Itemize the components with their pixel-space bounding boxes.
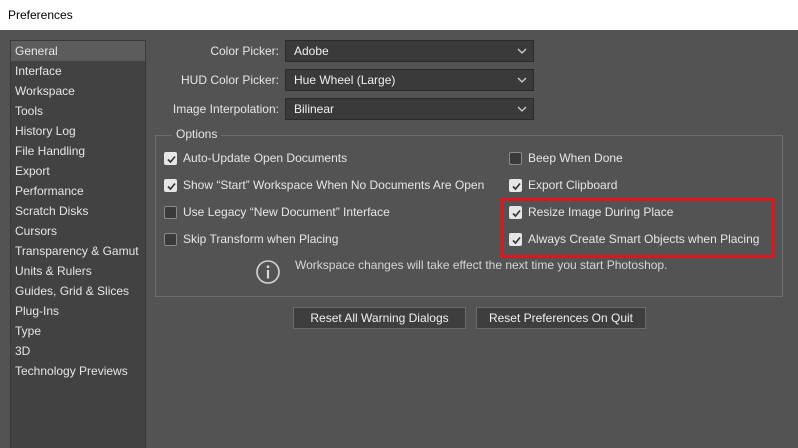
sidebar-item-transparency-gamut[interactable]: Transparency & Gamut — [11, 241, 145, 261]
chevron-down-icon — [517, 48, 527, 54]
sidebar-item-cursors[interactable]: Cursors — [11, 221, 145, 241]
auto-update-open-documents-checkbox[interactable]: Auto-Update Open Documents — [164, 150, 347, 166]
sidebar-item-general[interactable]: General — [11, 41, 145, 61]
sidebar-item-tools[interactable]: Tools — [11, 101, 145, 121]
image-interpolation-select[interactable]: Bilinear — [285, 98, 534, 120]
checkbox-unchecked-icon — [164, 232, 177, 246]
checkbox-checked-icon — [509, 178, 522, 192]
info-icon — [256, 260, 280, 284]
info-message: Workspace changes will take effect the n… — [295, 258, 668, 272]
sidebar-item-export[interactable]: Export — [11, 161, 145, 181]
sidebar-item-guides-grid-slices[interactable]: Guides, Grid & Slices — [11, 281, 145, 301]
hud-color-picker-value: Hue Wheel (Large) — [294, 73, 396, 87]
show-start-workspace-checkbox[interactable]: Show “Start” Workspace When No Documents… — [164, 177, 484, 193]
window-title: Preferences — [0, 0, 798, 30]
hud-color-picker-label: HUD Color Picker: — [180, 73, 279, 87]
checkbox-checked-icon — [164, 178, 177, 192]
color-picker-label: Color Picker: — [210, 44, 279, 58]
checkbox-unchecked-icon — [164, 205, 177, 219]
checkbox-checked-icon — [509, 205, 522, 219]
sidebar-item-interface[interactable]: Interface — [11, 61, 145, 81]
sidebar-item-scratch-disks[interactable]: Scratch Disks — [11, 201, 145, 221]
sidebar-item-type[interactable]: Type — [11, 321, 145, 341]
sidebar-item-performance[interactable]: Performance — [11, 181, 145, 201]
checkbox-label: Export Clipboard — [528, 178, 618, 192]
reset-all-warning-dialogs-button[interactable]: Reset All Warning Dialogs — [293, 307, 466, 329]
checkbox-label: Always Create Smart Objects when Placing — [528, 232, 760, 246]
sidebar-item-plug-ins[interactable]: Plug-Ins — [11, 301, 145, 321]
checkbox-checked-icon — [164, 151, 177, 165]
chevron-down-icon — [517, 106, 527, 112]
export-clipboard-checkbox[interactable]: Export Clipboard — [509, 177, 617, 193]
color-picker-select[interactable]: Adobe — [285, 40, 534, 62]
chevron-down-icon — [517, 77, 527, 83]
always-create-smart-objects-checkbox[interactable]: Always Create Smart Objects when Placing — [509, 231, 759, 247]
checkbox-checked-icon — [509, 232, 522, 246]
checkbox-label: Resize Image During Place — [528, 205, 674, 219]
sidebar-item-3d[interactable]: 3D — [11, 341, 145, 361]
beep-when-done-checkbox[interactable]: Beep When Done — [509, 150, 623, 166]
image-interpolation-value: Bilinear — [294, 102, 335, 116]
checkbox-label: Use Legacy “New Document” Interface — [183, 205, 390, 219]
sidebar-item-units-rulers[interactable]: Units & Rulers — [11, 261, 145, 281]
checkbox-unchecked-icon — [509, 151, 522, 165]
hud-color-picker-select[interactable]: Hue Wheel (Large) — [285, 69, 534, 91]
checkbox-label: Auto-Update Open Documents — [183, 151, 348, 165]
preferences-sidebar: General Interface Workspace Tools Histor… — [10, 40, 146, 448]
image-interpolation-label: Image Interpolation: — [172, 102, 279, 116]
reset-preferences-on-quit-button[interactable]: Reset Preferences On Quit — [476, 307, 646, 329]
use-legacy-new-document-checkbox[interactable]: Use Legacy “New Document” Interface — [164, 204, 390, 220]
checkbox-label: Show “Start” Workspace When No Documents… — [183, 178, 485, 192]
skip-transform-when-placing-checkbox[interactable]: Skip Transform when Placing — [164, 231, 338, 247]
options-legend: Options — [172, 127, 222, 141]
sidebar-item-file-handling[interactable]: File Handling — [11, 141, 145, 161]
sidebar-item-technology-previews[interactable]: Technology Previews — [11, 361, 145, 381]
color-picker-value: Adobe — [294, 44, 329, 58]
resize-image-during-place-checkbox[interactable]: Resize Image During Place — [509, 204, 673, 220]
sidebar-item-history-log[interactable]: History Log — [11, 121, 145, 141]
checkbox-label: Skip Transform when Placing — [183, 232, 339, 246]
sidebar-item-workspace[interactable]: Workspace — [11, 81, 145, 101]
checkbox-label: Beep When Done — [528, 151, 623, 165]
